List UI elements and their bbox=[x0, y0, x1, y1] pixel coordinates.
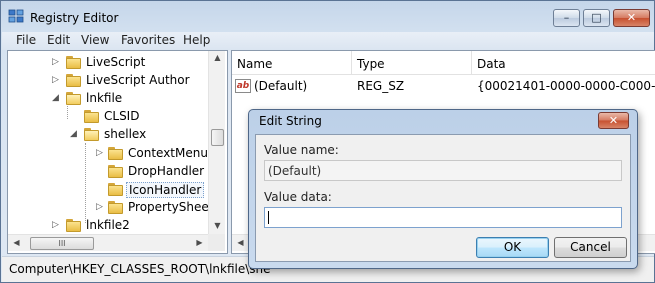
tree-node-label: lnkfile2 bbox=[86, 218, 130, 232]
dialog-close-button[interactable]: ✕ bbox=[598, 112, 629, 129]
close-icon: ✕ bbox=[608, 114, 619, 127]
tree-node-label: shellex bbox=[104, 127, 147, 141]
row-name: (Default) bbox=[254, 79, 308, 93]
string-value-icon: ab bbox=[235, 79, 251, 93]
expand-icon[interactable]: ▷ bbox=[96, 202, 103, 212]
grip-icon: III bbox=[58, 239, 66, 248]
status-path: Computer\HKEY_CLASSES_ROOT\lnkfile\she bbox=[9, 262, 271, 276]
folder-icon bbox=[108, 183, 123, 196]
tree-node-label-selected: IconHandler bbox=[126, 182, 205, 198]
maximize-button[interactable]: □ bbox=[583, 9, 610, 27]
folder-icon bbox=[84, 110, 99, 123]
scroll-left-icon[interactable]: ◀ bbox=[8, 238, 25, 247]
menu-help[interactable]: Help bbox=[183, 33, 210, 47]
tree-node-label: CLSID bbox=[104, 109, 140, 123]
tree-guide-line bbox=[67, 103, 68, 119]
tree-node-label: LiveScript Author bbox=[86, 73, 190, 87]
folder-icon bbox=[66, 74, 81, 87]
expand-icon[interactable]: ▷ bbox=[52, 57, 59, 67]
menu-view[interactable]: View bbox=[81, 33, 109, 47]
tree-node-label: lnkfile bbox=[86, 91, 123, 105]
folder-icon bbox=[108, 165, 123, 178]
row-type: REG_SZ bbox=[357, 79, 405, 93]
minimize-button[interactable]: – bbox=[553, 9, 580, 27]
menu-edit[interactable]: Edit bbox=[47, 33, 70, 47]
column-header-data[interactable]: Data bbox=[472, 51, 655, 75]
scroll-thumb[interactable]: III bbox=[30, 237, 94, 250]
ok-button[interactable]: OK bbox=[476, 237, 549, 258]
expand-icon[interactable]: ▷ bbox=[52, 75, 59, 85]
tree-horizontal-scrollbar[interactable]: ◀ III ▶ bbox=[8, 234, 208, 251]
expand-icon[interactable]: ▷ bbox=[96, 148, 103, 158]
close-button[interactable]: ✕ bbox=[613, 9, 650, 27]
scroll-right-icon[interactable]: ▶ bbox=[191, 238, 208, 247]
window-title: Registry Editor bbox=[30, 11, 119, 25]
menu-file[interactable]: File bbox=[16, 33, 36, 47]
row-data: {00021401-0000-0000-C000-0000 bbox=[477, 79, 655, 93]
tree-vertical-scrollbar[interactable]: ▲ ▼ bbox=[208, 51, 225, 234]
dialog-body: Value name: (Default) Value data: OK Can… bbox=[255, 134, 631, 262]
dialog-title: Edit String bbox=[259, 114, 322, 128]
close-icon: ✕ bbox=[626, 11, 637, 24]
tree-node-label: LiveScript bbox=[86, 55, 146, 69]
cancel-button[interactable]: Cancel bbox=[554, 237, 627, 258]
column-header-type[interactable]: Type bbox=[352, 51, 472, 75]
menu-favorites[interactable]: Favorites bbox=[121, 33, 175, 47]
scroll-thumb[interactable] bbox=[211, 129, 224, 146]
registry-tree-pane[interactable]: ▷ LiveScript ▷ LiveScript Author ◢ lnkfi… bbox=[7, 50, 228, 254]
title-bar: Registry Editor – □ ✕ bbox=[1, 1, 654, 31]
value-data-input[interactable] bbox=[264, 207, 622, 228]
value-name-label: Value name: bbox=[264, 143, 339, 157]
folder-icon bbox=[108, 147, 123, 160]
folder-open-icon bbox=[66, 92, 81, 105]
collapse-icon[interactable]: ◢ bbox=[70, 129, 77, 139]
text-caret bbox=[268, 211, 269, 224]
scroll-up-icon[interactable]: ▲ bbox=[209, 53, 226, 62]
tree-guide-line bbox=[85, 143, 86, 223]
tree-node-label: ContextMenuH bbox=[128, 146, 217, 160]
collapse-icon[interactable]: ◢ bbox=[52, 93, 59, 103]
value-name-field: (Default) bbox=[264, 160, 622, 181]
menu-bar: File Edit View Favorites Help bbox=[2, 32, 654, 50]
folder-icon bbox=[66, 219, 81, 232]
folder-icon bbox=[66, 56, 81, 69]
list-header: Name Type Data bbox=[232, 51, 655, 75]
registry-editor-window: Registry Editor – □ ✕ File Edit View Fav… bbox=[0, 0, 655, 283]
expand-icon[interactable]: ▷ bbox=[52, 220, 59, 230]
list-row[interactable]: ab (Default) REG_SZ {00021401-0000-0000-… bbox=[232, 76, 655, 98]
scrollbar-corner bbox=[208, 234, 225, 251]
minimize-icon: – bbox=[563, 11, 570, 24]
edit-string-dialog: Edit String ✕ Value name: (Default) Valu… bbox=[248, 109, 638, 269]
column-header-name[interactable]: Name bbox=[232, 51, 352, 75]
registry-editor-icon bbox=[8, 9, 24, 23]
value-data-label: Value data: bbox=[264, 190, 332, 204]
folder-icon bbox=[108, 201, 123, 214]
scroll-left-icon[interactable]: ◀ bbox=[232, 238, 249, 247]
folder-open-icon bbox=[84, 128, 99, 141]
maximize-icon: □ bbox=[591, 11, 602, 24]
scroll-down-icon[interactable]: ▼ bbox=[209, 221, 226, 230]
tree-node-label: DropHandler bbox=[128, 164, 205, 178]
